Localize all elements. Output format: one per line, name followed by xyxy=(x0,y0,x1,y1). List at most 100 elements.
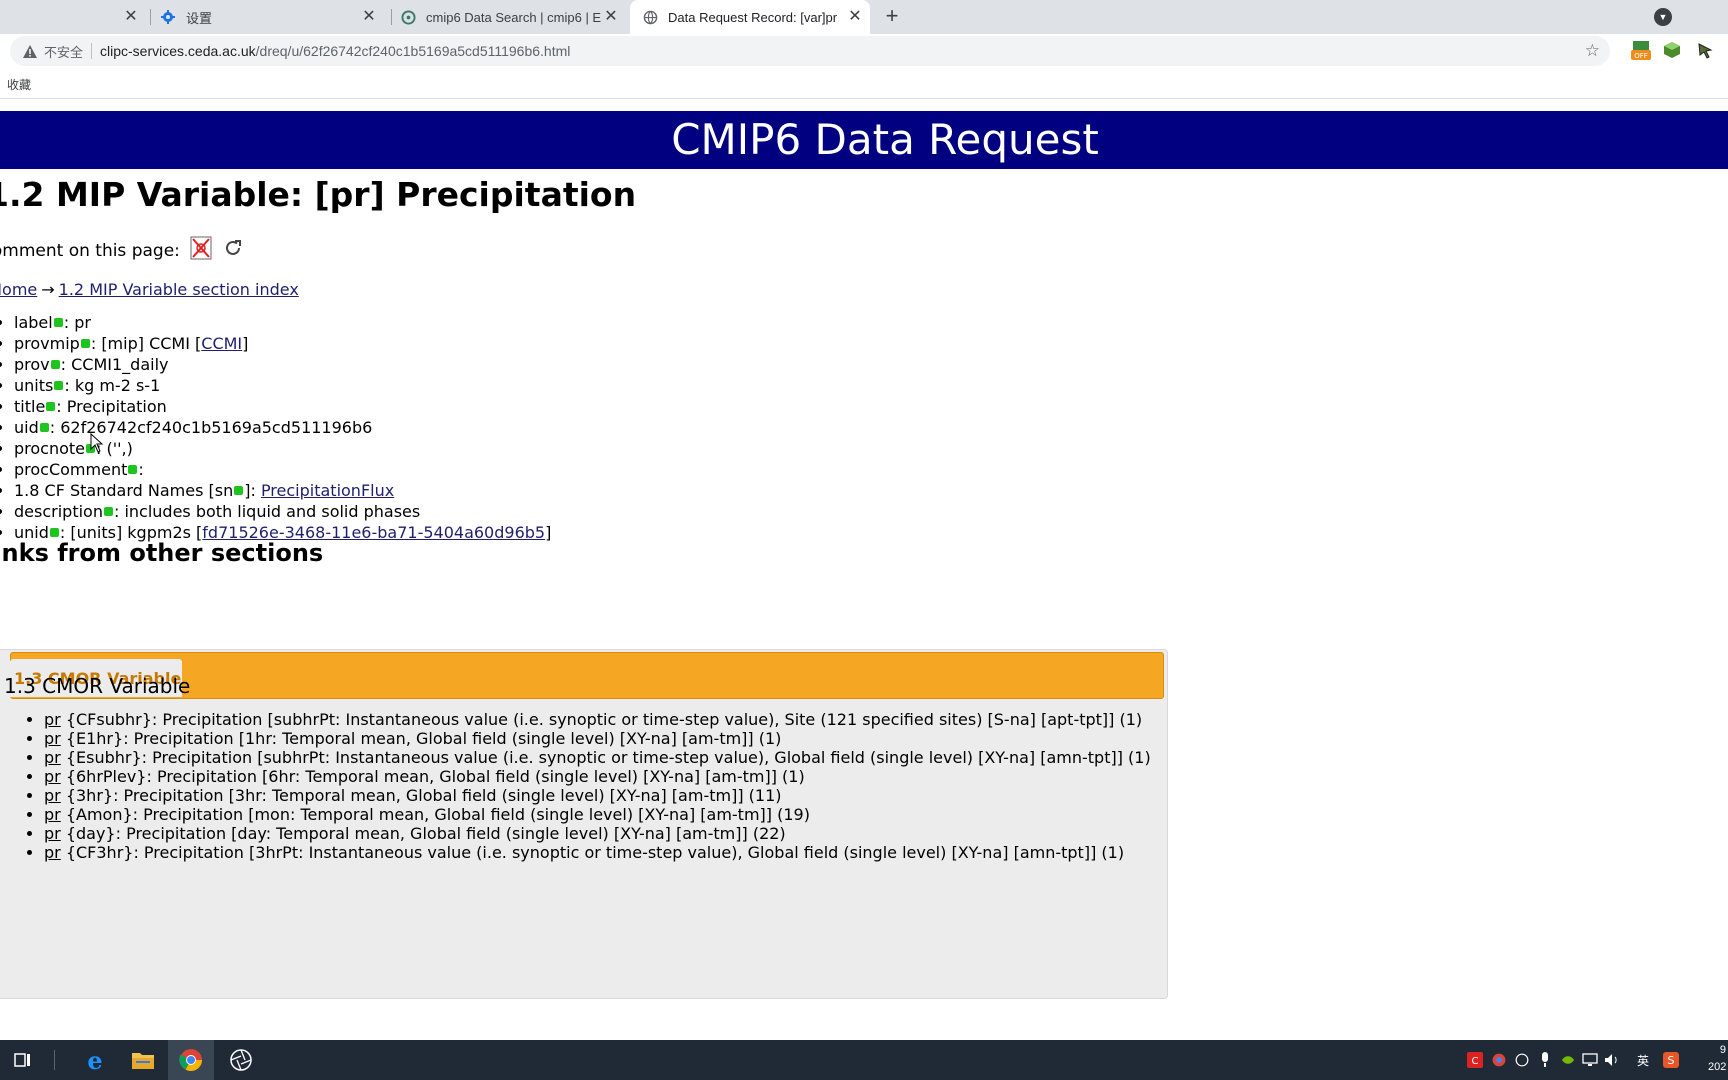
variable-link[interactable]: pr xyxy=(44,805,61,824)
tray-app-icon[interactable]: C xyxy=(1466,1052,1484,1068)
property-value: 62f26742cf240c1b5169a5cd511196b6 xyxy=(60,418,373,437)
network-icon[interactable] xyxy=(1582,1052,1598,1068)
links-heading: Links from other sections xyxy=(0,539,324,567)
tab-separator xyxy=(150,9,151,25)
property-separator: : xyxy=(138,460,144,479)
list-item: pr {CF3hr}: Precipitation [3hrPt: Instan… xyxy=(44,843,1151,862)
refresh-icon[interactable] xyxy=(222,237,244,264)
property-value: [mip] CCMI [ xyxy=(101,334,202,353)
tab-data-request-record[interactable]: Data Request Record: [var]pr ✕ xyxy=(630,0,870,34)
variable-link[interactable]: pr xyxy=(44,786,61,805)
status-dot-icon[interactable] xyxy=(234,486,244,495)
tab-settings[interactable]: 设置 ✕ xyxy=(160,0,384,34)
variable-link[interactable]: pr xyxy=(44,767,61,786)
nvidia-icon[interactable] xyxy=(1560,1052,1576,1068)
close-icon[interactable]: ✕ xyxy=(602,8,620,26)
property-key: 1.8 CF Standard Names [sn xyxy=(14,481,234,500)
tab-blank[interactable]: ✕ xyxy=(0,0,146,34)
volume-icon[interactable] xyxy=(1604,1052,1620,1068)
status-dot-icon[interactable] xyxy=(80,339,90,348)
globe-icon xyxy=(642,9,658,25)
tab-strip: ✕ 设置 ✕ cmip6 Data Search | cmip6 | ES ✕ … xyxy=(0,0,1728,34)
property-separator: : xyxy=(56,397,67,416)
globe-icon xyxy=(400,9,416,25)
property-value: CCMI1_daily xyxy=(71,355,169,374)
property-key: description xyxy=(14,502,103,521)
list-item: pr {Esubhr}: Precipitation [subhrPt: Ins… xyxy=(44,748,1151,767)
list-item: pr {6hrPlev}: Precipitation [6hr: Tempor… xyxy=(44,767,1151,786)
tab-cmip6-search[interactable]: cmip6 Data Search | cmip6 | ES ✕ xyxy=(400,0,626,34)
status-dot-icon[interactable] xyxy=(50,360,60,369)
extension-hand-icon[interactable] xyxy=(1694,39,1716,61)
edge-browser-icon[interactable]: e xyxy=(72,1040,118,1080)
site-banner: CMIP6 Data Request xyxy=(0,111,1728,169)
variable-link[interactable]: pr xyxy=(44,824,61,843)
property-value: includes both liquid and solid phases xyxy=(124,502,421,521)
comment-label: Comment on this page: xyxy=(0,240,180,261)
tray-chrome-icon[interactable] xyxy=(1490,1052,1508,1068)
list-item: pr {CFsubhr}: Precipitation [subhrPt: In… xyxy=(44,710,1151,729)
property-key: procComment xyxy=(14,460,128,479)
new-tab-button[interactable]: + xyxy=(880,5,904,29)
chrome-icon[interactable] xyxy=(168,1040,214,1080)
variable-link[interactable]: pr xyxy=(44,843,61,862)
bookmark-item[interactable]: 收藏 xyxy=(7,76,31,93)
status-dot-icon[interactable] xyxy=(46,402,56,411)
cmor-variable-list: pr {CFsubhr}: Precipitation [subhrPt: In… xyxy=(4,710,1151,862)
status-dot-icon[interactable] xyxy=(49,528,59,537)
file-explorer-icon[interactable] xyxy=(120,1040,166,1080)
close-icon[interactable]: ✕ xyxy=(846,8,864,26)
svg-text:e: e xyxy=(87,1048,102,1072)
tab-separator xyxy=(391,9,392,25)
status-dot-icon[interactable] xyxy=(53,318,63,327)
variable-description: {Esubhr}: Precipitation [subhrPt: Instan… xyxy=(60,748,1151,767)
broken-image-icon[interactable] xyxy=(190,236,212,265)
tray-aperture-icon[interactable] xyxy=(1513,1052,1531,1068)
property-item: title: Precipitation xyxy=(14,396,551,417)
property-item: description: includes both liquid and so… xyxy=(14,501,551,522)
breadcrumb-section-link[interactable]: 1.2 MIP Variable section index xyxy=(59,280,299,299)
warning-icon[interactable] xyxy=(22,43,38,59)
input-language-indicator[interactable]: 英 xyxy=(1635,1052,1651,1068)
address-bar[interactable]: 不安全 clipc-services.ceda.ac.uk/dreq/u/62f… xyxy=(10,36,1610,66)
bookmark-star-icon[interactable]: ☆ xyxy=(1585,42,1600,60)
property-link[interactable]: PrecipitationFlux xyxy=(261,481,394,500)
breadcrumb-home-link[interactable]: Home xyxy=(0,280,37,299)
property-item: units: kg m-2 s-1 xyxy=(14,375,551,396)
banner-title: CMIP6 Data Request xyxy=(671,115,1099,164)
status-dot-icon[interactable] xyxy=(128,465,138,474)
property-value: ('',) xyxy=(106,439,133,458)
list-item: pr {E1hr}: Precipitation [1hr: Temporal … xyxy=(44,729,1151,748)
variable-link[interactable]: pr xyxy=(44,729,61,748)
tab-title: Data Request Record: [var]pr xyxy=(668,9,838,25)
list-item: pr {day}: Precipitation [day: Temporal m… xyxy=(44,824,1151,843)
property-separator: : xyxy=(49,418,61,437)
microphone-icon[interactable] xyxy=(1537,1052,1553,1068)
system-clock[interactable]: 9 2021 xyxy=(1708,1042,1726,1076)
extension-cube-icon[interactable] xyxy=(1661,39,1683,61)
status-dot-icon[interactable] xyxy=(39,423,49,432)
svg-text:C: C xyxy=(1472,1056,1479,1067)
status-dot-icon[interactable] xyxy=(54,381,64,390)
aperture-app-icon[interactable] xyxy=(218,1040,264,1080)
breadcrumb-arrow: → xyxy=(41,280,55,299)
close-icon[interactable]: ✕ xyxy=(360,8,378,26)
sogou-input-icon[interactable]: S xyxy=(1662,1052,1680,1068)
variable-link[interactable]: pr xyxy=(44,748,61,767)
list-item: pr {3hr}: Precipitation [3hr: Temporal m… xyxy=(44,786,1151,805)
close-icon[interactable]: ✕ xyxy=(122,8,140,26)
extension-off-icon[interactable]: OFF xyxy=(1630,39,1652,61)
page-title: 1.2 MIP Variable: [pr] Precipitation xyxy=(0,175,637,214)
property-key: uid xyxy=(14,418,39,437)
tab-search-icon[interactable]: ▼ xyxy=(1654,8,1672,26)
property-list: label: prprovmip: [mip] CCMI [CCMI]prov:… xyxy=(0,312,551,543)
task-view-icon[interactable] xyxy=(0,1040,46,1080)
property-key: units xyxy=(14,376,54,395)
property-item: 1.8 CF Standard Names [sn]: Precipitatio… xyxy=(14,480,551,501)
property-link[interactable]: CCMI xyxy=(201,334,242,353)
variable-link[interactable]: pr xyxy=(44,710,61,729)
variable-description: {day}: Precipitation [day: Temporal mean… xyxy=(60,824,786,843)
property-value: Precipitation xyxy=(66,397,167,416)
status-dot-icon[interactable] xyxy=(103,507,113,516)
property-value: kg m-2 s-1 xyxy=(74,376,161,395)
